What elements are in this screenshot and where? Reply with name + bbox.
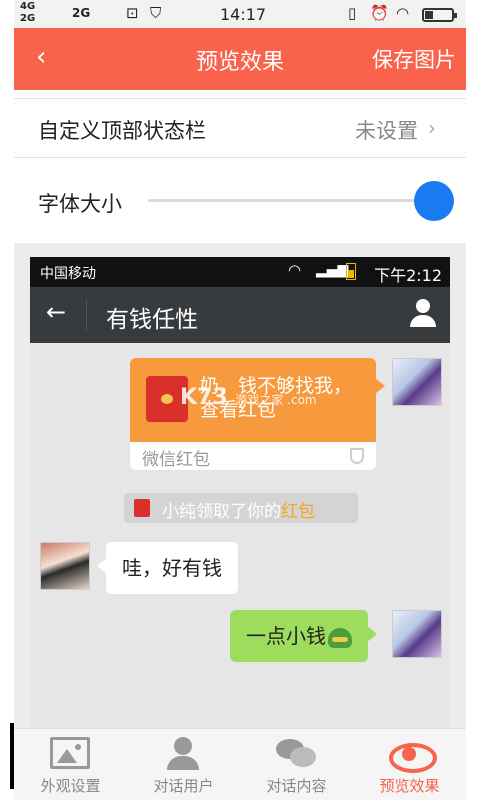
turtle-emoji-icon xyxy=(328,627,352,648)
font-size-label: 字体大小 xyxy=(38,192,122,216)
header-bar: ‹ 预览效果 保存图片 xyxy=(14,28,466,90)
status-time: 14:17 xyxy=(220,5,267,24)
eye-icon xyxy=(389,737,437,773)
image-icon xyxy=(50,737,90,769)
preview-user-icon xyxy=(410,299,436,329)
preview-wifi-icon: ◠ xyxy=(288,261,302,279)
tab-appearance-settings[interactable]: 外观设置 xyxy=(14,729,127,800)
chat-preview: 中国移动 ◠ ▂▄▆ 下午2:12 ← 有钱任性 奶，钱不够找我，查看红包 微信… xyxy=(30,257,450,728)
device-status-bar: 4G 2G 2G ⊡ ⛉ 14:17 ▯ ⏰ ◠ xyxy=(14,0,466,28)
font-size-setting-row: 字体大小 xyxy=(14,166,466,238)
friend-avatar xyxy=(40,542,90,590)
tab-chat-content[interactable]: 对话内容 xyxy=(240,729,353,800)
alarm-icon: ⏰ xyxy=(370,4,389,22)
status-bar-setting-row[interactable]: 自定义顶部状态栏 未设置 › xyxy=(14,98,466,158)
slider-knob[interactable] xyxy=(414,181,454,221)
red-packet-mini-icon xyxy=(134,499,150,517)
vibrate-icon: ▯ xyxy=(348,4,357,22)
preview-signal-icon: ▂▄▆ xyxy=(316,262,349,278)
bottom-tab-bar: 外观设置 对话用户 对话内容 预览效果 xyxy=(10,723,466,800)
status-bar-setting-value: 未设置 xyxy=(355,119,418,143)
chat-icon xyxy=(276,737,316,769)
incoming-message-bubble: 哇，好有钱 xyxy=(97,542,238,594)
preview-time: 下午2:12 xyxy=(374,266,442,285)
usb-icon: ⊡ xyxy=(126,4,139,22)
watermark-logo: K73 游戏之家 .com xyxy=(180,385,317,410)
preview-chat-title: 有钱任性 xyxy=(106,307,198,333)
network-type-1: 4G xyxy=(20,1,36,12)
preview-carrier: 中国移动 xyxy=(40,266,96,282)
chevron-right-icon: › xyxy=(428,116,436,140)
network-type-2: 2G xyxy=(20,13,36,24)
app-screen: 4G 2G 2G ⊡ ⛉ 14:17 ▯ ⏰ ◠ ‹ 预览效果 保存图片 自定义… xyxy=(0,0,480,800)
red-packet-message: 奶，钱不够找我，查看红包 微信红包 xyxy=(130,358,385,470)
preview-nav-bar: ← 有钱任性 xyxy=(30,287,450,343)
nav-divider xyxy=(86,299,87,331)
outgoing-message-text: 一点小钱 xyxy=(246,624,326,648)
preview-back-icon: ← xyxy=(46,298,67,326)
outgoing-message-bubble: 一点小钱 xyxy=(230,610,377,662)
network-type-3: 2G xyxy=(72,6,91,20)
network-indicator: 4G 2G xyxy=(20,1,35,25)
shield-icon: ⛉ xyxy=(150,4,162,22)
font-size-slider[interactable] xyxy=(148,181,454,221)
tab-chat-users[interactable]: 对话用户 xyxy=(127,729,240,800)
preview-area: 中国移动 ◠ ▂▄▆ 下午2:12 ← 有钱任性 奶，钱不够找我，查看红包 微信… xyxy=(14,243,466,728)
system-message-text: 小纯领取了你的 xyxy=(162,502,281,522)
tab-label: 外观设置 xyxy=(40,777,101,795)
status-bar-setting-label: 自定义顶部状态栏 xyxy=(38,119,206,143)
system-message-highlight: 红包 xyxy=(281,502,315,522)
battery-icon xyxy=(422,8,457,22)
save-image-button[interactable]: 保存图片 xyxy=(372,44,456,74)
system-message: 小纯领取了你的红包 xyxy=(124,493,358,523)
tab-preview[interactable]: 预览效果 xyxy=(353,729,466,800)
tab-label: 对话内容 xyxy=(266,777,327,795)
red-packet-footer: 微信红包 xyxy=(142,450,210,470)
shield-icon xyxy=(350,448,364,464)
preview-battery-icon xyxy=(346,263,356,280)
wifi-icon: ◠ xyxy=(396,4,410,22)
tab-label: 对话用户 xyxy=(153,777,214,795)
my-avatar xyxy=(392,358,442,406)
tab-label: 预览效果 xyxy=(379,777,440,795)
user-icon xyxy=(163,737,203,770)
my-avatar-2 xyxy=(392,610,442,658)
preview-status-bar: 中国移动 ◠ ▂▄▆ 下午2:12 xyxy=(30,257,450,287)
